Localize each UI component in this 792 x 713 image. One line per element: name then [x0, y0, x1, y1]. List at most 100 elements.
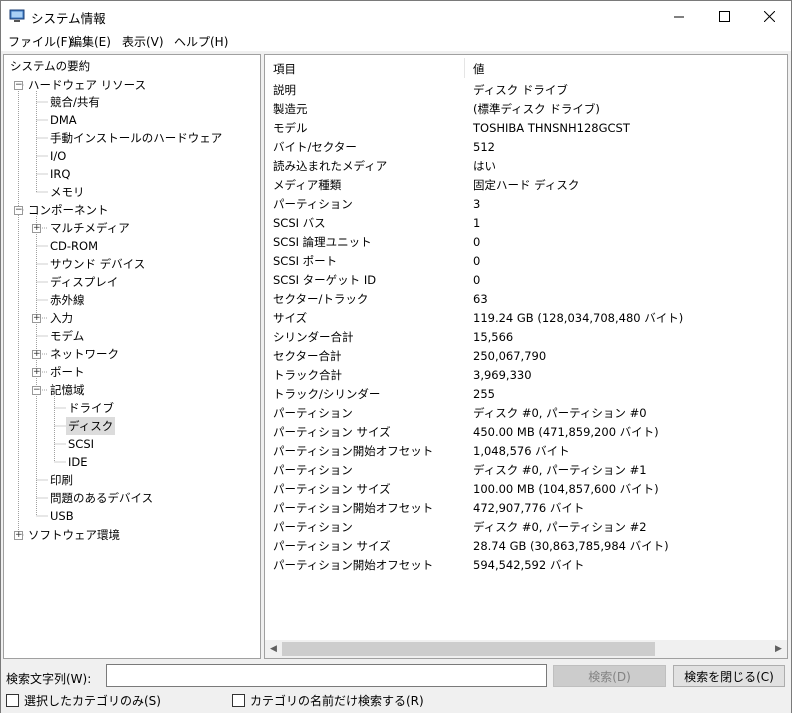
detail-row[interactable]: SCSI バス 1	[265, 214, 787, 233]
menu-help[interactable]: ヘルプ(H)	[174, 33, 228, 50]
detail-row[interactable]: モデル TOSHIBA THNSNH128GCST	[265, 119, 787, 138]
detail-row[interactable]: セクター/トラック 63	[265, 290, 787, 309]
expand-icon[interactable]: +	[14, 531, 23, 540]
detail-item-cell: SCSI バス	[273, 216, 326, 230]
detail-value-cell: ディスク #0, パーティション #1	[473, 463, 647, 477]
detail-row[interactable]: トラック/シリンダー 255	[265, 385, 787, 404]
expand-icon[interactable]: +	[32, 224, 41, 233]
detail-row[interactable]: SCSI 論理ユニット 0	[265, 233, 787, 252]
detail-row[interactable]: パーティション サイズ 28.74 GB (30,863,785,984 バイト)	[265, 537, 787, 556]
category-tree[interactable]: システムの要約 − ハードウェア リソース 競合/共有 DMA 手動インストール…	[3, 54, 261, 659]
tree-item-ports[interactable]: ポート	[48, 363, 87, 381]
tree-item-conflicts[interactable]: 競合/共有	[48, 93, 102, 111]
tree-item-network[interactable]: ネットワーク	[48, 345, 121, 363]
selected-category-checkbox[interactable]	[6, 693, 19, 707]
detail-item-cell: シリンダー合計	[273, 330, 354, 344]
detail-row[interactable]: SCSI ポート 0	[265, 252, 787, 271]
search-button[interactable]: 検索(D)	[553, 665, 666, 687]
detail-row[interactable]: パーティション開始オフセット 472,907,776 バイト	[265, 499, 787, 518]
system-info-icon	[9, 9, 25, 22]
expand-icon[interactable]: +	[32, 314, 41, 323]
detail-value-cell: 3	[473, 197, 481, 211]
selected-category-only-option[interactable]: 選択したカテゴリのみ(S)	[6, 692, 161, 708]
tree-item-cdrom[interactable]: CD-ROM	[48, 237, 100, 255]
tree-item-multimedia[interactable]: マルチメディア	[48, 219, 132, 237]
menu-edit[interactable]: 編集(E)	[70, 33, 111, 50]
detail-row[interactable]: パーティション開始オフセット 1,048,576 バイト	[265, 442, 787, 461]
tree-item-drives[interactable]: ドライブ	[66, 399, 116, 417]
minimize-button[interactable]	[656, 1, 702, 31]
menu-view[interactable]: 表示(V)	[122, 33, 164, 50]
tree-components[interactable]: コンポーネント	[26, 201, 111, 219]
tree-software-environment[interactable]: ソフトウェア環境	[26, 526, 122, 544]
detail-row[interactable]: パーティション ディスク #0, パーティション #2	[265, 518, 787, 537]
tree-item-ide[interactable]: IDE	[66, 453, 90, 471]
expand-icon[interactable]: +	[32, 350, 41, 359]
detail-row[interactable]: 説明 ディスク ドライブ	[265, 81, 787, 100]
column-header-value[interactable]: 値	[473, 61, 485, 77]
close-button[interactable]	[746, 1, 792, 31]
detail-value-cell: 1,048,576 バイト	[473, 444, 570, 458]
detail-row[interactable]: サイズ 119.24 GB (128,034,708,480 バイト)	[265, 309, 787, 328]
detail-row[interactable]: パーティション 3	[265, 195, 787, 214]
tree-item-dma[interactable]: DMA	[48, 111, 79, 129]
category-names-checkbox[interactable]	[232, 693, 245, 707]
detail-row[interactable]: シリンダー合計 15,566	[265, 328, 787, 347]
detail-value-cell: 固定ハード ディスク	[473, 178, 580, 192]
detail-value-cell: 450.00 MB (471,859,200 バイト)	[473, 425, 659, 439]
detail-row[interactable]: パーティション開始オフセット 594,542,592 バイト	[265, 556, 787, 575]
collapse-icon[interactable]: −	[32, 386, 41, 395]
tree-item-usb[interactable]: USB	[48, 507, 76, 525]
detail-item-cell: パーティション開始オフセット	[273, 501, 434, 515]
scroll-left-arrow-icon[interactable]: ◀	[265, 640, 282, 658]
tree-item-input[interactable]: 入力	[48, 309, 75, 327]
detail-item-cell: SCSI ターゲット ID	[273, 273, 377, 287]
detail-row[interactable]: セクター合計 250,067,790	[265, 347, 787, 366]
detail-row[interactable]: メディア種類 固定ハード ディスク	[265, 176, 787, 195]
collapse-icon[interactable]: −	[14, 206, 23, 215]
detail-value-cell: ディスク #0, パーティション #0	[473, 406, 647, 420]
collapse-icon[interactable]: −	[14, 81, 23, 90]
detail-row[interactable]: パーティション サイズ 100.00 MB (104,857,600 バイト)	[265, 480, 787, 499]
detail-row[interactable]: 製造元 (標準ディスク ドライブ)	[265, 100, 787, 119]
tree-item-problem-devices[interactable]: 問題のあるデバイス	[48, 489, 155, 507]
detail-row[interactable]: 読み込まれたメディア はい	[265, 157, 787, 176]
detail-row[interactable]: パーティション ディスク #0, パーティション #0	[265, 404, 787, 423]
detail-list[interactable]: 項目 値 説明 ディスク ドライブ 製造元 (標準ディスク ドライブ) モデル TOSHI…	[264, 54, 788, 659]
tree-item-printing[interactable]: 印刷	[48, 471, 75, 489]
scroll-right-arrow-icon[interactable]: ▶	[770, 640, 787, 658]
column-separator[interactable]	[464, 58, 465, 78]
title-bar[interactable]: システム情報	[0, 0, 792, 31]
detail-row[interactable]: パーティション ディスク #0, パーティション #1	[265, 461, 787, 480]
tree-item-irq[interactable]: IRQ	[48, 165, 72, 183]
detail-row[interactable]: パーティション サイズ 450.00 MB (471,859,200 バイト)	[265, 423, 787, 442]
menu-file[interactable]: ファイル(F)	[8, 33, 72, 50]
scroll-thumb[interactable]	[282, 642, 655, 656]
detail-row[interactable]: バイト/セクター 512	[265, 138, 787, 157]
tree-item-io[interactable]: I/O	[48, 147, 68, 165]
category-names-only-option[interactable]: カテゴリの名前だけ検索する(R)	[232, 692, 424, 708]
maximize-button[interactable]	[701, 1, 747, 31]
tree-item-memory[interactable]: メモリ	[48, 183, 87, 201]
tree-item-storage[interactable]: 記憶域	[48, 381, 87, 399]
horizontal-scrollbar[interactable]: ◀ ▶	[265, 640, 787, 658]
detail-row[interactable]: SCSI ターゲット ID 0	[265, 271, 787, 290]
tree-item-disks[interactable]: ディスク	[66, 417, 116, 435]
detail-item-cell: バイト/セクター	[273, 140, 357, 154]
expand-icon[interactable]: +	[32, 368, 41, 377]
tree-item-forced-hardware[interactable]: 手動インストールのハードウェア	[48, 129, 224, 147]
detail-item-cell: パーティション	[273, 463, 353, 477]
detail-row[interactable]: トラック合計 3,969,330	[265, 366, 787, 385]
detail-value-cell: ディスク #0, パーティション #2	[473, 520, 647, 534]
tree-root-system-summary[interactable]: システムの要約	[8, 57, 92, 75]
detail-item-cell: SCSI 論理ユニット	[273, 235, 372, 249]
search-input[interactable]	[106, 664, 547, 687]
column-header-item[interactable]: 項目	[273, 61, 296, 77]
close-search-button[interactable]: 検索を閉じる(C)	[673, 665, 785, 687]
tree-item-display[interactable]: ディスプレイ	[48, 273, 120, 291]
tree-item-modem[interactable]: モデム	[48, 327, 86, 345]
tree-item-sound[interactable]: サウンド デバイス	[48, 255, 147, 273]
tree-item-scsi[interactable]: SCSI	[66, 435, 96, 453]
tree-item-infrared[interactable]: 赤外線	[48, 291, 87, 309]
tree-hardware-resources[interactable]: ハードウェア リソース	[26, 76, 148, 94]
